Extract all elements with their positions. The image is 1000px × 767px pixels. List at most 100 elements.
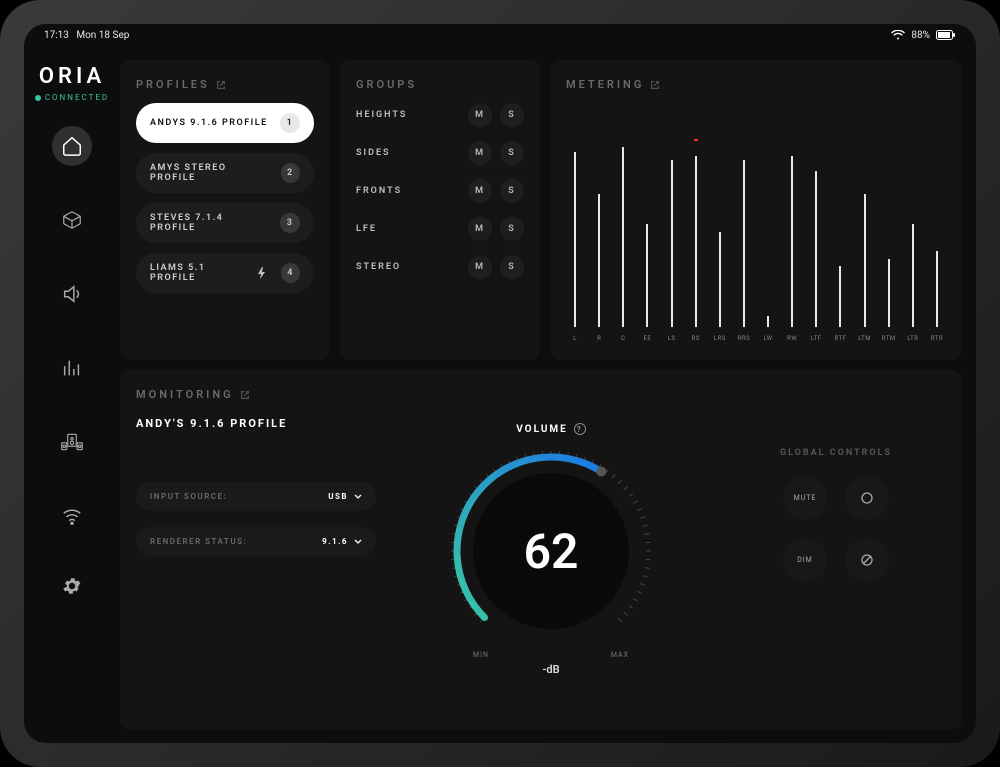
- nav-settings[interactable]: [52, 566, 92, 606]
- volume-dial[interactable]: 62 MIN MAX: [441, 441, 661, 661]
- group-label: HEIGHTS: [356, 110, 407, 120]
- meter-channel: RTF: [831, 137, 849, 342]
- renderer-status-selector[interactable]: RENDERER STATUS: 9.1.6: [136, 527, 376, 556]
- group-solo-button[interactable]: S: [500, 103, 524, 127]
- group-solo-button[interactable]: S: [500, 179, 524, 203]
- meter-channel: L: [566, 137, 584, 342]
- external-link-icon[interactable]: [216, 80, 226, 90]
- group-solo-button[interactable]: S: [500, 141, 524, 165]
- profile-number: 4: [281, 263, 300, 283]
- monitoring-profile-name: ANDY'S 9.1.6 PROFILE: [136, 417, 376, 430]
- profiles-title: PROFILES: [136, 78, 210, 91]
- meter-fill: [888, 259, 890, 327]
- meter-channel: EE: [638, 137, 656, 342]
- meter-fill: [719, 232, 721, 327]
- renderer-status-value: 9.1.6: [322, 537, 348, 546]
- group-row: HEIGHTS MS: [356, 103, 524, 127]
- group-row: STEREO MS: [356, 255, 524, 279]
- meter-fill: [671, 160, 673, 327]
- dim-button[interactable]: DIM: [783, 538, 827, 582]
- volume-value: 62: [441, 441, 661, 661]
- input-source-label: INPUT SOURCE:: [150, 492, 227, 501]
- profile-label: AMYS STEREO PROFILE: [150, 163, 273, 183]
- meter-channel: RW: [783, 137, 801, 342]
- profile-item[interactable]: STEVES 7.1.4 PROFILE3: [136, 203, 314, 243]
- meter-fill: [574, 152, 576, 327]
- battery-icon: [936, 30, 956, 40]
- bolt-icon: [257, 267, 267, 279]
- mute-button[interactable]: MUTE: [783, 476, 827, 520]
- external-link-icon[interactable]: [240, 390, 250, 400]
- group-label: SIDES: [356, 148, 391, 158]
- group-label: LFE: [356, 224, 377, 234]
- monitoring-title: MONITORING: [136, 388, 234, 401]
- meter-label: LRS: [714, 335, 726, 342]
- group-solo-button[interactable]: S: [500, 255, 524, 279]
- profile-item[interactable]: AMYS STEREO PROFILE2: [136, 153, 314, 193]
- input-source-selector[interactable]: INPUT SOURCE: USB: [136, 482, 376, 511]
- profile-label: STEVES 7.1.4 PROFILE: [150, 213, 272, 233]
- external-link-icon[interactable]: [650, 80, 660, 90]
- group-solo-button[interactable]: S: [500, 217, 524, 241]
- meter-label: RTR: [931, 335, 943, 342]
- meter-label: EE: [644, 335, 652, 342]
- wifi-icon: [891, 30, 905, 40]
- group-row: FRONTSMS: [356, 179, 524, 203]
- brand-logo: ORIA: [39, 64, 105, 89]
- profile-item[interactable]: LIAMS 5.1 PROFILE 4: [136, 253, 314, 293]
- meter-fill: [815, 171, 817, 327]
- nav-network[interactable]: [52, 496, 92, 536]
- group-mute-button[interactable]: M: [468, 217, 492, 241]
- meter-label: LTR: [907, 335, 918, 342]
- metering-panel: METERING LRCEELSRSLRSRRSLWRWLTFRTFLTMRTM…: [550, 60, 962, 360]
- mono-button[interactable]: [845, 476, 889, 520]
- meter-label: RW: [787, 335, 797, 342]
- group-label: STEREO: [356, 262, 401, 272]
- connection-status: CONNECTED: [35, 93, 109, 102]
- profile-number: 1: [280, 113, 300, 133]
- meter-fill: [598, 194, 600, 327]
- meter-channel: RTR: [928, 137, 946, 342]
- profiles-panel: PROFILES ANDYS 9.1.6 PROFILE 1 AMYS STEREO…: [120, 60, 330, 360]
- meter-label: LTM: [858, 335, 871, 342]
- meter-fill: [864, 194, 866, 327]
- sidebar: ORIA CONNECTED: [24, 46, 120, 743]
- polarity-button[interactable]: [845, 538, 889, 582]
- nav-eq[interactable]: [52, 348, 92, 388]
- meter-label: LS: [668, 335, 676, 342]
- volume-max-label: MAX: [611, 651, 629, 659]
- monitoring-panel: MONITORING ANDY'S 9.1.6 PROFILE INPUT SO…: [120, 370, 962, 729]
- profile-label: LIAMS 5.1 PROFILE: [150, 263, 249, 283]
- meter-channel: LS: [663, 137, 681, 342]
- meter-fill: [936, 251, 938, 327]
- volume-unit: -dB: [542, 663, 559, 676]
- meter-channel: RS: [687, 137, 705, 342]
- meter-channel: RTM: [880, 137, 898, 342]
- help-icon[interactable]: ?: [574, 423, 586, 435]
- status-time: 17:13: [44, 30, 69, 41]
- group-mute-button[interactable]: M: [468, 141, 492, 165]
- status-battery: 88%: [911, 30, 930, 41]
- meter-channel: RRS: [735, 137, 753, 342]
- meter-channel: LW: [759, 137, 777, 342]
- renderer-status-label: RENDERER STATUS:: [150, 537, 247, 546]
- meter-label: C: [621, 335, 625, 342]
- meter-fill: [743, 160, 745, 327]
- profile-label: ANDYS 9.1.6 PROFILE: [150, 118, 268, 128]
- volume-title: VOLUME: [516, 424, 568, 435]
- meter-fill: [646, 224, 648, 327]
- meter-fill: [912, 224, 914, 327]
- meter-channel: R: [590, 137, 608, 342]
- groups-title: GROUPS: [356, 78, 417, 91]
- nav-speakers[interactable]: [52, 422, 92, 462]
- group-mute-button[interactable]: M: [468, 255, 492, 279]
- nav-home[interactable]: [52, 126, 92, 166]
- meter-label: LTF: [811, 335, 822, 342]
- nav-sound[interactable]: [52, 274, 92, 314]
- meter-fill: [695, 156, 697, 327]
- group-mute-button[interactable]: M: [468, 179, 492, 203]
- profile-item[interactable]: ANDYS 9.1.6 PROFILE 1: [136, 103, 314, 143]
- chevron-down-icon: [354, 494, 362, 500]
- group-mute-button[interactable]: M: [468, 103, 492, 127]
- nav-room[interactable]: [52, 200, 92, 240]
